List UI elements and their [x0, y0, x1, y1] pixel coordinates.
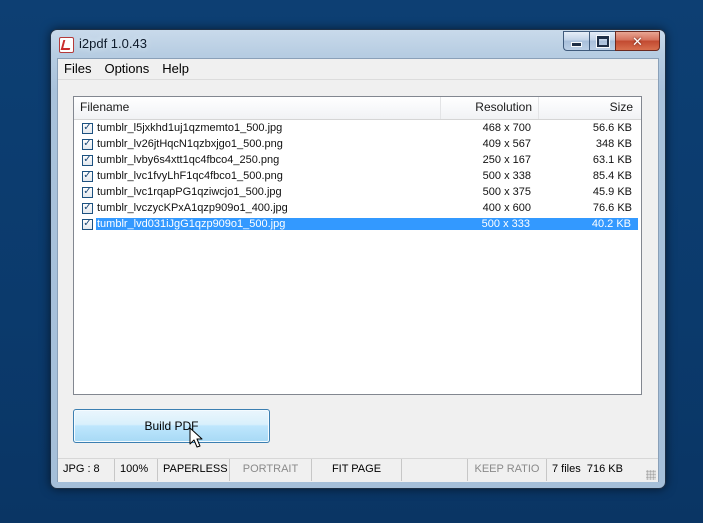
list-rows: ✓ tumblr_l5jxkhd1uj1qzmemto1_500.jpg 468 x…	[74, 120, 641, 232]
list-row[interactable]: ✓ tumblr_lvc1fvyLhF1qc4fbco1_500.png 500 x…	[74, 168, 641, 184]
row-filename: tumblr_lvby6s4xtt1qc4fbco4_250.png	[97, 154, 280, 166]
row-checkbox[interactable]: ✓	[82, 218, 93, 230]
client-area: Files Options Help Filename Resolution S…	[57, 58, 659, 482]
menu-options[interactable]: Options	[98, 59, 156, 79]
file-list[interactable]: Filename Resolution Size ✓ tumblr_l5jxkhd…	[73, 96, 642, 395]
app-window: i2pdf 1.0.43 ✕ Files Options Help Filena…	[50, 29, 666, 489]
list-row[interactable]: ✓ tumblr_lvby6s4xtt1qc4fbco4_250.png 250 x…	[74, 152, 641, 168]
check-mark-icon: ✓	[83, 154, 92, 165]
check-mark-icon: ✓	[83, 170, 92, 181]
list-row[interactable]: ✓ tumblr_lvd031iJgG1qzp909o1_500.jpg 500 x…	[74, 216, 641, 232]
row-filename: tumblr_l5jxkhd1uj1qzmemto1_500.jpg	[97, 122, 283, 134]
row-checkbox[interactable]: ✓	[82, 202, 93, 214]
row-resolution: 250 x 167	[482, 154, 531, 166]
maximize-icon	[596, 35, 609, 47]
row-resolution: 409 x 567	[482, 138, 531, 150]
status-fit-page[interactable]: FIT PAGE	[312, 459, 402, 481]
title-bar[interactable]: i2pdf 1.0.43 ✕	[51, 30, 665, 56]
close-button[interactable]: ✕	[615, 31, 660, 51]
list-row[interactable]: ✓ tumblr_l5jxkhd1uj1qzmemto1_500.jpg 468 x…	[74, 120, 641, 136]
build-pdf-button[interactable]: Build PDF	[73, 409, 270, 443]
list-row[interactable]: ✓ tumblr_lv26jtHqcN1qzbxjgo1_500.png 409 x…	[74, 136, 641, 152]
menu-separator	[58, 79, 658, 80]
mouse-cursor-icon	[189, 427, 203, 448]
status-zoom[interactable]: 100%	[115, 459, 158, 481]
status-format[interactable]: JPG : 8	[58, 459, 115, 481]
row-checkbox[interactable]: ✓	[82, 122, 93, 134]
check-mark-icon: ✓	[83, 138, 92, 149]
column-header-filename[interactable]: Filename	[74, 97, 441, 119]
minimize-button[interactable]	[563, 31, 589, 51]
row-filename: tumblr_lvczycKPxA1qzp909o1_400.jpg	[97, 202, 288, 214]
row-resolution: 500 x 333	[438, 218, 536, 230]
maximize-button[interactable]	[589, 31, 615, 51]
status-spacer	[402, 459, 468, 481]
minimize-icon	[571, 41, 582, 47]
check-mark-icon: ✓	[83, 202, 92, 213]
row-size: 63.1 KB	[592, 154, 632, 166]
row-resolution: 500 x 375	[482, 186, 531, 198]
row-size: 56.6 KB	[592, 122, 632, 134]
menu-files[interactable]: Files	[58, 59, 98, 79]
row-checkbox[interactable]: ✓	[82, 170, 93, 182]
list-row[interactable]: ✓ tumblr_lvc1rqapPG1qziwcjo1_500.jpg 500 x…	[74, 184, 641, 200]
row-checkbox[interactable]: ✓	[82, 154, 93, 166]
menu-bar: Files Options Help	[58, 59, 658, 79]
row-size: 76.6 KB	[592, 202, 632, 214]
status-keep-ratio[interactable]: KEEP RATIO	[468, 459, 547, 481]
row-resolution: 500 x 338	[482, 170, 531, 182]
close-icon: ✕	[632, 33, 643, 49]
row-resolution: 468 x 700	[482, 122, 531, 134]
window-title: i2pdf 1.0.43	[79, 36, 147, 51]
row-resolution: 400 x 600	[482, 202, 531, 214]
menu-help[interactable]: Help	[156, 59, 196, 79]
check-mark-icon: ✓	[83, 218, 92, 229]
resize-grip[interactable]	[646, 470, 656, 480]
check-mark-icon: ✓	[83, 186, 92, 197]
pdf-app-icon	[59, 37, 74, 53]
status-file-count: 7 files	[552, 463, 581, 475]
row-size: 45.9 KB	[592, 186, 632, 198]
row-size: 85.4 KB	[592, 170, 632, 182]
row-filename: tumblr_lv26jtHqcN1qzbxjgo1_500.png	[97, 138, 283, 150]
row-size: 348 KB	[595, 138, 632, 150]
row-size: 40.2 KB	[536, 218, 638, 230]
list-header: Filename Resolution Size	[74, 97, 641, 120]
row-checkbox[interactable]: ✓	[82, 138, 93, 150]
row-filename: tumblr_lvc1rqapPG1qziwcjo1_500.jpg	[97, 186, 282, 198]
column-header-size[interactable]: Size	[539, 97, 641, 119]
caption-buttons: ✕	[563, 31, 660, 51]
status-paperless[interactable]: PAPERLESS	[158, 459, 230, 481]
row-filename: tumblr_lvc1fvyLhF1qc4fbco1_500.png	[97, 170, 283, 182]
status-total-size: 716 KB	[586, 463, 623, 475]
list-row[interactable]: ✓ tumblr_lvczycKPxA1qzp909o1_400.jpg 400 x…	[74, 200, 641, 216]
status-files: 7 files 716 KB	[547, 459, 637, 481]
row-checkbox[interactable]: ✓	[82, 186, 93, 198]
status-portrait[interactable]: PORTRAIT	[230, 459, 312, 481]
status-bar: JPG : 8 100% PAPERLESS PORTRAIT FIT PAGE…	[58, 458, 658, 482]
check-mark-icon: ✓	[83, 122, 92, 133]
row-filename: tumblr_lvd031iJgG1qzp909o1_500.jpg	[96, 218, 438, 230]
column-header-resolution[interactable]: Resolution	[441, 97, 539, 119]
